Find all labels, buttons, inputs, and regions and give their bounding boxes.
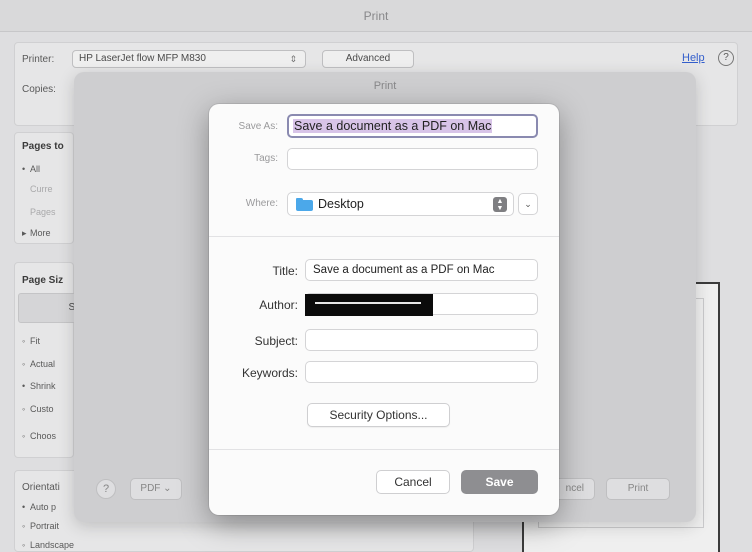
divider [209,236,559,237]
save-as-label: Save As: [238,121,278,132]
subject-label: Subject: [254,334,298,348]
pages-heading: Pages to [22,141,64,152]
where-select[interactable]: Desktop ▲ ▼ [287,192,514,216]
shrink-radio[interactable]: • Shrink [22,381,56,391]
keywords-label: Keywords: [241,366,298,380]
save-as-field[interactable]: Save a document as a PDF on Mac [287,114,538,138]
help-link[interactable]: Help [682,52,705,64]
tags-label: Tags: [254,153,278,164]
stepper-icon: ▲ ▼ [493,197,507,212]
title-label: Title: [272,264,298,278]
save-as-value: Save a document as a PDF on Mac [293,119,493,133]
sheet-print-button[interactable]: Print [606,478,670,500]
keywords-field[interactable] [305,361,538,383]
copies-label: Copies: [22,84,56,95]
landscape-radio[interactable]: ◦ Landscape [22,540,74,550]
expand-chevron-button[interactable]: ⌄ [518,193,538,215]
subject-field[interactable] [305,329,538,351]
page-size-heading: Page Siz [22,275,64,286]
title-field[interactable]: Save a document as a PDF on Mac [305,259,538,281]
fit-radio[interactable]: ◦ Fit [22,336,40,346]
more-options-toggle[interactable]: ▸ More [22,228,51,239]
printer-select[interactable]: HP LaserJet flow MFP M830 ⇕ [72,50,306,68]
where-label: Where: [245,198,278,209]
window-title: Print [0,0,752,32]
folder-icon [296,198,313,211]
printer-label: Printer: [22,54,55,65]
help-button[interactable]: ? [96,479,116,499]
stepper-icon: ⇕ [289,54,297,64]
advanced-button[interactable]: Advanced [322,50,414,68]
tags-field[interactable] [287,148,538,170]
sheet-title: Print [373,80,397,92]
save-button[interactable]: Save [461,470,538,494]
choose-paper-checkbox[interactable]: ◦ Choos [22,431,56,441]
printer-value: HP LaserJet flow MFP M830 [79,53,206,64]
pages-all-radio[interactable]: • All [22,164,40,174]
custom-scale-radio[interactable]: ◦ Custo [22,404,54,414]
security-options-button[interactable]: Security Options... [307,403,450,427]
pdf-menu-button[interactable]: PDF ⌄ [130,478,182,500]
auto-portrait-radio[interactable]: • Auto p [22,502,56,512]
pages-current-radio[interactable]: Curre [22,184,53,194]
redaction-bar [305,294,433,316]
portrait-radio[interactable]: ◦ Portrait [22,521,59,531]
where-value: Desktop [318,197,364,211]
author-label: Author: [259,298,298,312]
actual-size-radio[interactable]: ◦ Actual [22,359,55,369]
orientation-heading: Orientati [22,482,60,493]
help-icon[interactable]: ? [718,50,734,66]
divider [209,449,559,450]
cancel-button[interactable]: Cancel [376,470,450,494]
pages-range-radio[interactable]: Pages [22,207,56,217]
